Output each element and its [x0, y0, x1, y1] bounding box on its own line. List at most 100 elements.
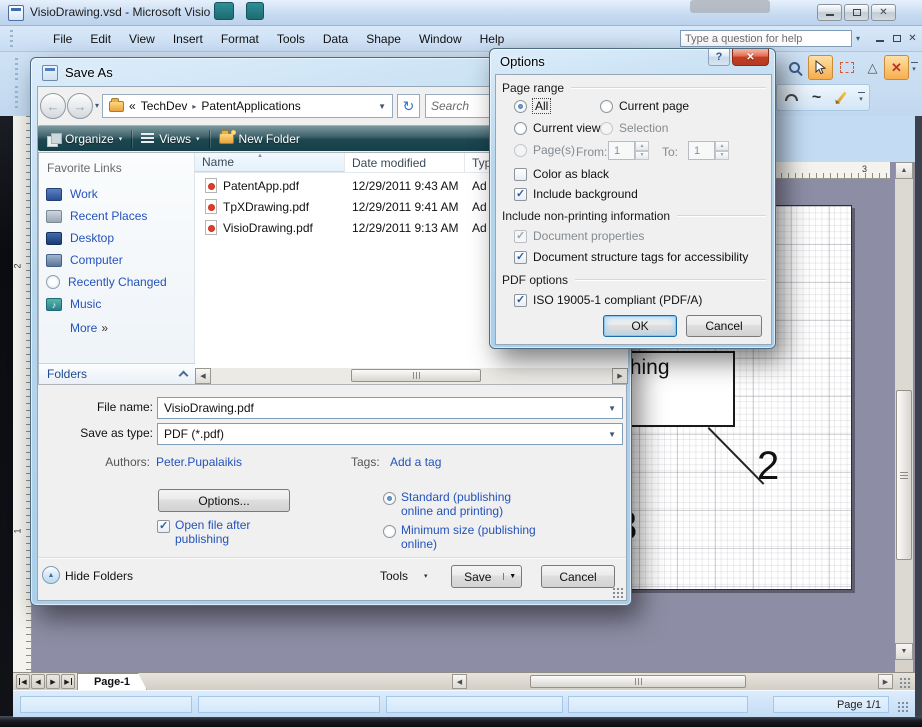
page-range-current-page-option[interactable]: Current page: [600, 99, 689, 113]
menu-view[interactable]: View: [120, 27, 164, 51]
scroll-up-button[interactable]: ▲: [895, 162, 913, 179]
scroll-down-button[interactable]: ▼: [895, 643, 913, 660]
vertical-scrollbar[interactable]: ▲ ▼: [895, 162, 913, 660]
save-dropdown-button[interactable]: ▼: [503, 573, 521, 580]
iso-compliant-checkbox[interactable]: ✓: [514, 294, 527, 307]
freeform-tool-button[interactable]: ~: [804, 85, 829, 110]
first-page-button[interactable]: ◀: [16, 674, 30, 689]
list-horizontal-scrollbar[interactable]: ◀ ▶: [195, 368, 628, 384]
color-as-black-option[interactable]: Color as black: [514, 167, 609, 181]
nav-item-recent-places[interactable]: Recent Places: [39, 205, 195, 227]
chevron-down-icon[interactable]: ▾: [424, 572, 428, 580]
history-dropdown-icon[interactable]: ▾: [95, 101, 99, 110]
scroll-left-button[interactable]: ◀: [195, 368, 211, 384]
chevron-down-icon[interactable]: ▼: [608, 430, 616, 439]
resize-grip[interactable]: [897, 701, 909, 713]
nav-item-computer[interactable]: Computer: [39, 249, 195, 271]
marquee-tool-button[interactable]: [834, 55, 859, 80]
all-radio[interactable]: [514, 100, 527, 113]
optimize-minimum-radio[interactable]: [383, 525, 396, 538]
hscroll-left-button[interactable]: ◀: [452, 674, 467, 689]
menu-insert[interactable]: Insert: [164, 27, 212, 51]
mdi-minimize-button[interactable]: [872, 30, 887, 46]
cancel-button[interactable]: Cancel: [541, 565, 615, 588]
optimize-standard-radio[interactable]: [383, 492, 396, 505]
include-background-option[interactable]: ✓ Include background: [514, 187, 638, 201]
document-structure-tags-option[interactable]: ✓ Document structure tags for accessibil…: [514, 250, 748, 264]
dialog-resize-grip[interactable]: [612, 587, 623, 598]
zoom-tool-button[interactable]: [782, 55, 807, 80]
nav-item-recently-changed[interactable]: Recently Changed: [39, 271, 195, 293]
question-dropdown-icon[interactable]: ▾: [856, 34, 860, 43]
toolbar-grip[interactable]: [15, 86, 18, 108]
column-header-date-modified[interactable]: Date modified: [345, 153, 465, 172]
scroll-right-button[interactable]: ▶: [612, 368, 628, 384]
toolbar-grip[interactable]: [10, 30, 13, 48]
authors-value[interactable]: Peter.Pupalaikis: [156, 455, 242, 469]
chevron-down-icon[interactable]: ▼: [608, 404, 616, 413]
open-file-after-publishing-label[interactable]: Open file after publishing: [175, 518, 287, 546]
hide-folders-button[interactable]: ▲: [42, 566, 60, 584]
nav-item-desktop[interactable]: Desktop: [39, 227, 195, 249]
breadcrumb-collapsed-icon[interactable]: «: [129, 99, 136, 113]
toolbar-grip[interactable]: [15, 58, 18, 80]
ok-button[interactable]: OK: [603, 315, 677, 337]
optimize-minimum-label[interactable]: Minimum size (publishing online): [401, 523, 541, 551]
pointer-tool-button[interactable]: [808, 55, 833, 80]
hscroll-right-button[interactable]: ▶: [878, 674, 893, 689]
optimize-standard-label[interactable]: Standard (publishing online and printing…: [401, 490, 541, 518]
folders-expander[interactable]: Folders: [39, 363, 195, 384]
nav-item-more[interactable]: More»: [39, 317, 195, 339]
current-view-radio[interactable]: [514, 122, 527, 135]
back-button[interactable]: ←: [40, 93, 66, 119]
menu-file[interactable]: File: [44, 27, 81, 51]
current-page-radio[interactable]: [600, 100, 613, 113]
close-button[interactable]: ✕: [871, 4, 896, 21]
save-button[interactable]: Save: [452, 570, 503, 584]
refresh-button[interactable]: ↻: [397, 94, 420, 118]
save-as-type-combo[interactable]: PDF (*.pdf) ▼: [157, 423, 623, 445]
scrollbar-thumb[interactable]: [896, 390, 912, 560]
previous-page-button[interactable]: ◀: [31, 674, 45, 689]
menu-edit[interactable]: Edit: [81, 27, 120, 51]
resize-grip[interactable]: [899, 677, 911, 688]
breadcrumb-item-patentapplications[interactable]: PatentApplications: [201, 99, 300, 113]
scrollbar-thumb[interactable]: [351, 369, 481, 382]
callout-line[interactable]: [708, 427, 765, 485]
menu-window[interactable]: Window: [410, 27, 471, 51]
label-2[interactable]: 2: [757, 446, 779, 486]
arc-tool-button[interactable]: [779, 85, 804, 110]
forward-button[interactable]: →: [67, 93, 93, 119]
page-tab[interactable]: Page-1: [77, 673, 147, 690]
organize-button[interactable]: Organize ▾: [38, 126, 131, 151]
new-folder-button[interactable]: New Folder: [210, 126, 309, 151]
column-header-name[interactable]: ▲ Name: [195, 153, 345, 172]
nav-item-work[interactable]: Work: [39, 183, 195, 205]
next-page-button[interactable]: ▶: [46, 674, 60, 689]
last-page-button[interactable]: ▶: [61, 674, 75, 689]
views-button[interactable]: Views ▾: [132, 126, 208, 151]
hscrollbar-thumb[interactable]: [530, 675, 746, 688]
menu-format[interactable]: Format: [212, 27, 268, 51]
dialog-close-button[interactable]: ✕: [732, 49, 769, 66]
mdi-close-button[interactable]: ✕: [905, 30, 920, 46]
tags-value[interactable]: Add a tag: [390, 455, 441, 469]
menu-data[interactable]: Data: [314, 27, 357, 51]
open-file-after-publishing-checkbox[interactable]: ✓: [157, 520, 170, 533]
file-name-combo[interactable]: VisioDrawing.pdf ▼: [157, 397, 623, 419]
hide-folders-label[interactable]: Hide Folders: [65, 569, 133, 583]
shape-tool-button[interactable]: △: [860, 55, 885, 80]
mdi-restore-button[interactable]: [889, 30, 904, 46]
toolbar-overflow-button[interactable]: ▾: [855, 85, 867, 110]
breadcrumb-item-techdev[interactable]: TechDev: [141, 99, 188, 113]
page-range-all-option[interactable]: All: [514, 99, 550, 113]
menu-tools[interactable]: Tools: [268, 27, 314, 51]
options-button[interactable]: Options...: [158, 489, 290, 512]
toolbar-overflow-button[interactable]: ▾: [908, 55, 920, 80]
help-button[interactable]: ?: [708, 49, 730, 66]
nav-item-music[interactable]: ♪Music: [39, 293, 195, 315]
minimize-button[interactable]: [817, 4, 842, 21]
menu-shape[interactable]: Shape: [357, 27, 410, 51]
question-input[interactable]: [680, 30, 852, 47]
tools-dropdown[interactable]: Tools: [380, 569, 408, 583]
